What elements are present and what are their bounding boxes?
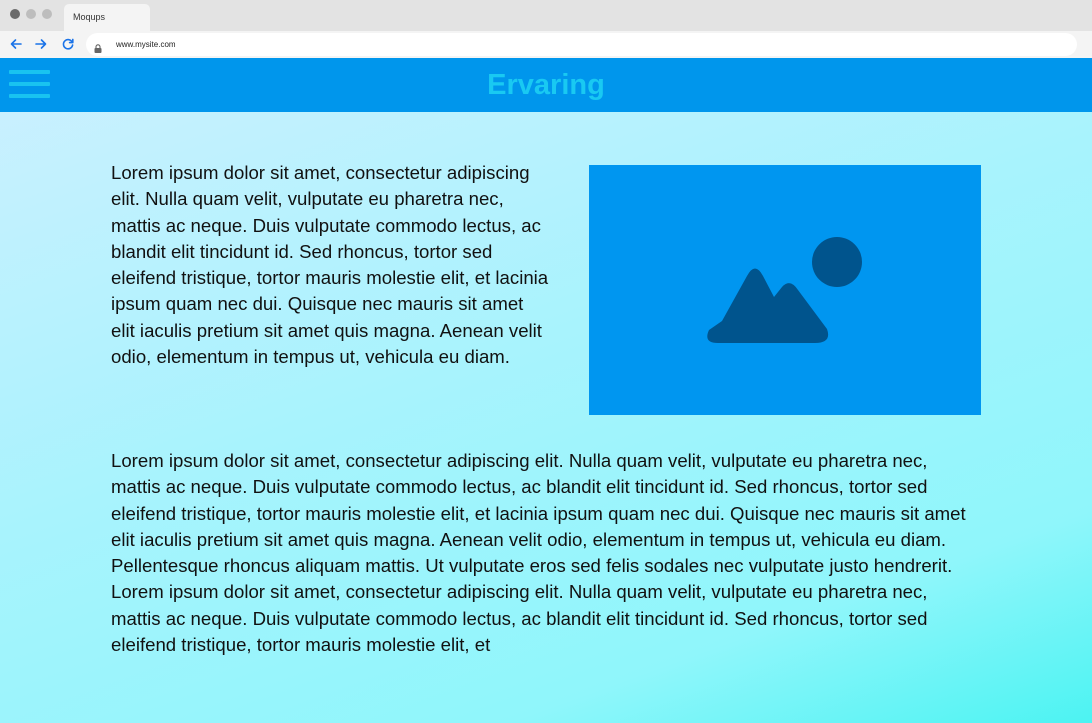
image-placeholder <box>589 165 981 415</box>
tab-title: Moqups <box>73 12 106 22</box>
forward-arrow-icon[interactable] <box>34 37 48 51</box>
site-header: Ervaring <box>0 58 1092 112</box>
window-maximize-dot[interactable] <box>42 9 52 19</box>
lock-icon <box>94 40 102 53</box>
reload-icon[interactable] <box>61 37 75 51</box>
browser-window: Moqups www.mysite.com Ervaring Lorem ips… <box>0 0 1092 723</box>
browser-tab[interactable]: Moqups <box>64 4 150 31</box>
url-text: www.mysite.com <box>116 40 176 49</box>
browser-toolbar: www.mysite.com <box>0 31 1092 58</box>
intro-paragraph: Lorem ipsum dolor sit amet, consectetur … <box>111 162 549 368</box>
image-placeholder-icon <box>707 237 862 343</box>
page-title: Ervaring <box>487 69 605 101</box>
tab-strip: Moqups <box>0 0 1092 31</box>
body-paragraph: Lorem ipsum dolor sit amet, consectetur … <box>111 450 966 656</box>
address-bar[interactable]: www.mysite.com <box>86 33 1077 56</box>
window-minimize-dot[interactable] <box>26 9 36 19</box>
window-close-dot[interactable] <box>10 9 20 19</box>
back-arrow-icon[interactable] <box>9 37 23 51</box>
page-content: Ervaring Lorem ipsum dolor sit amet, con… <box>0 58 1092 723</box>
